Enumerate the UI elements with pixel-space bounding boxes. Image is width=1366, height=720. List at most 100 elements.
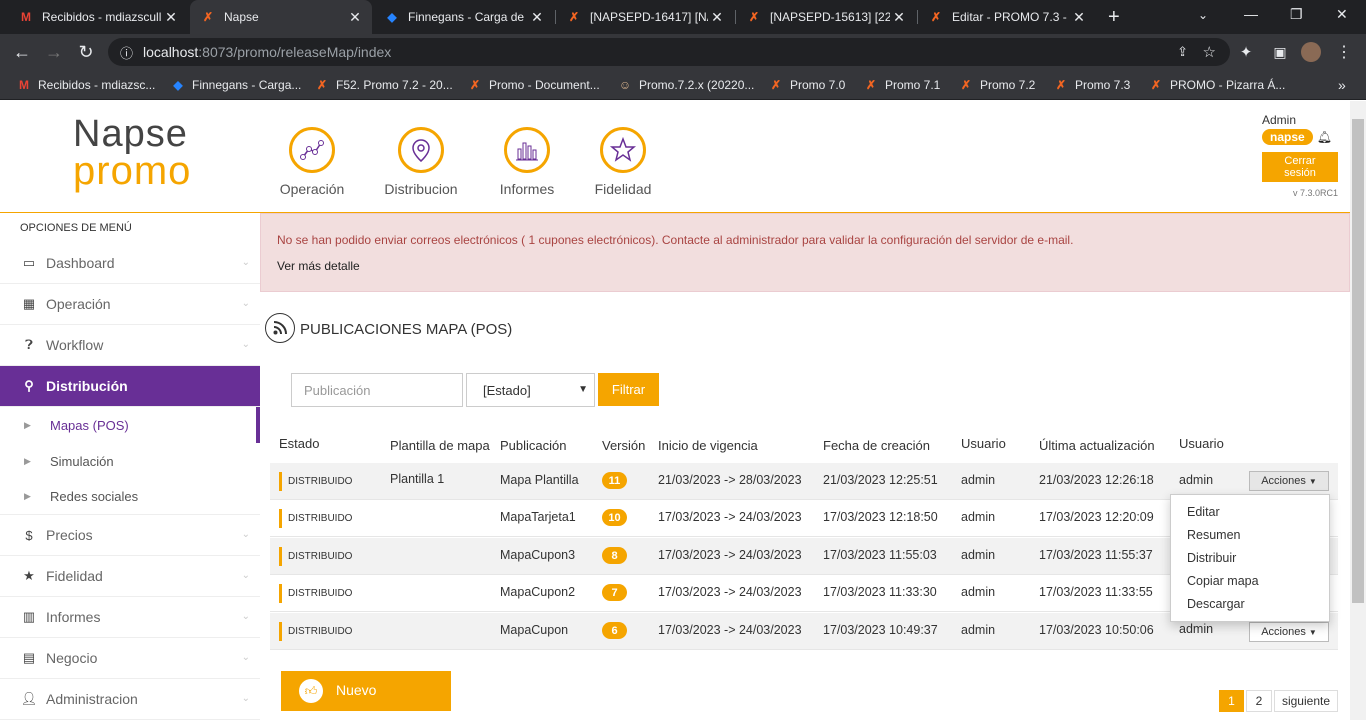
profile-avatar[interactable]: [1301, 42, 1321, 62]
tab-gmail[interactable]: M Recibidos - mdiazscull ✕: [8, 0, 188, 34]
bookmark-item[interactable]: ✗ Promo 7.0: [768, 76, 845, 94]
menu-kebab-icon[interactable]: ⋮: [1330, 34, 1358, 70]
page-1-button[interactable]: 1: [1219, 690, 1244, 712]
bookmark-item[interactable]: ◆ Finnegans - Carga...: [170, 76, 301, 94]
bookmark-item[interactable]: ✗ F52. Promo 7.2 - 20...: [314, 76, 453, 94]
sidebar-item-label: Operación: [46, 296, 111, 312]
menu-item-resumen[interactable]: Resumen: [1187, 528, 1241, 542]
col-header-fecha-creacion[interactable]: Fecha de creación: [823, 438, 930, 453]
bookmark-item[interactable]: ☺ Promo.7.2.x (20220...: [617, 76, 755, 94]
url-bar[interactable]: ⓘ localhost:8073/promo/releaseMap/index …: [108, 38, 1230, 66]
jenkins-icon: ☺: [618, 78, 632, 92]
bookmark-item[interactable]: ✗ Promo 7.1: [863, 76, 940, 94]
napse-icon: ✗: [1055, 78, 1067, 92]
tab-title: Recibidos - mdiazscull: [42, 10, 162, 24]
new-button-label: Nuevo: [336, 682, 377, 698]
grid-icon: ▦: [22, 296, 36, 311]
close-icon[interactable]: ✕: [346, 9, 364, 26]
restore-icon[interactable]: ❐: [1290, 6, 1303, 23]
actions-button[interactable]: Acciones ▼: [1249, 471, 1329, 491]
tab-napsepd-16417[interactable]: ✗ [NAPSEPD-16417] [NA ✕: [556, 0, 734, 34]
sidebar-item-precios[interactable]: $ Precios ⌄: [0, 515, 260, 556]
col-header-inicio-vigencia[interactable]: Inicio de vigencia: [658, 438, 758, 453]
tab-search-chevron-icon[interactable]: ⌄: [1198, 8, 1208, 22]
sidebar-subitem-redes-sociales[interactable]: ▶ Redes sociales: [0, 479, 260, 515]
minimize-icon[interactable]: —: [1244, 6, 1258, 22]
sidebar-subitem-label: Mapas (POS): [50, 417, 129, 433]
bookmark-item[interactable]: M Recibidos - mdiazsc...: [16, 76, 155, 94]
close-icon[interactable]: ✕: [528, 9, 546, 26]
bookmark-item[interactable]: ✗ Promo 7.2: [958, 76, 1035, 94]
topnav-label: Fidelidad: [594, 181, 652, 197]
close-window-icon[interactable]: ✕: [1336, 6, 1348, 23]
publication-filter-input[interactable]: [291, 373, 463, 407]
extensions-puzzle-icon[interactable]: ✦: [1232, 34, 1260, 70]
topnav-distribucion[interactable]: Distribucion: [366, 127, 476, 197]
chevron-down-icon: ⌄: [241, 570, 250, 581]
col-header-ultima-actualizacion[interactable]: Última actualización: [1039, 438, 1155, 453]
col-header-estado[interactable]: Estado: [279, 436, 319, 451]
alert-detail-link[interactable]: Ver más detalle: [277, 259, 360, 273]
bookmark-item[interactable]: ✗ PROMO - Pizarra Á...: [1148, 76, 1285, 94]
bookmark-star-icon[interactable]: ☆: [1203, 43, 1216, 61]
menu-item-descargar[interactable]: Descargar: [1187, 597, 1245, 611]
new-tab-plus-icon[interactable]: +: [1108, 6, 1120, 29]
sidebar-subitem-mapas-pos[interactable]: ▶ Mapas (POS): [0, 407, 260, 443]
chevron-down-icon: ⌄: [241, 298, 250, 309]
sidebar-item-fidelidad[interactable]: ★ Fidelidad ⌄: [0, 556, 260, 597]
status-select[interactable]: [Estado] ▼: [466, 373, 595, 407]
sidebar-item-operacion[interactable]: ▦ Operación ⌄: [0, 284, 260, 325]
bookmark-item[interactable]: ✗ Promo 7.3: [1053, 76, 1130, 94]
actions-button[interactable]: Acciones ▼: [1249, 622, 1329, 642]
forward-arrow-icon[interactable]: →: [40, 34, 68, 70]
topnav-informes[interactable]: Informes: [472, 127, 582, 197]
info-icon[interactable]: ⓘ: [120, 43, 133, 62]
napse-icon: ✗: [960, 78, 972, 92]
cell-user: admin: [961, 623, 996, 637]
filter-button[interactable]: Filtrar: [598, 373, 659, 406]
sidebar-item-workflow[interactable]: ❓︎ Workflow ⌄: [0, 325, 260, 366]
close-icon[interactable]: ✕: [1070, 9, 1088, 26]
bell-icon[interactable]: 🔔︎: [1317, 130, 1332, 144]
close-icon[interactable]: ✕: [890, 9, 908, 26]
sidebar-item-distribucion[interactable]: ⚲ Distribución: [0, 366, 260, 407]
logout-button[interactable]: Cerrar sesión: [1262, 152, 1338, 182]
scrollbar-thumb[interactable]: [1352, 119, 1364, 603]
col-header-publicacion[interactable]: Publicación: [500, 438, 567, 453]
sidebar-item-administracion[interactable]: 👤︎ Administracion ⌄: [0, 679, 260, 720]
col-header-usuario-actualizacion[interactable]: Usuario: [1179, 436, 1224, 451]
bookmark-item[interactable]: ✗ Promo - Document...: [467, 76, 600, 94]
menu-item-copiar-mapa[interactable]: Copiar mapa: [1187, 574, 1259, 588]
col-header-usuario[interactable]: Usuario: [961, 436, 1006, 451]
sidebar-item-negocio[interactable]: ▤ Negocio ⌄: [0, 638, 260, 679]
new-button[interactable]: 👍︎ Nuevo: [281, 671, 451, 711]
reload-icon[interactable]: ↻: [72, 34, 100, 70]
col-header-plantilla[interactable]: Plantilla de mapa: [390, 438, 490, 453]
share-icon[interactable]: ⇪: [1177, 44, 1188, 60]
close-icon[interactable]: ✕: [162, 9, 180, 26]
sidebar-subitem-simulacion[interactable]: ▶ Simulación: [0, 443, 260, 479]
tab-editar-promo[interactable]: ✗ Editar - PROMO 7.3 - ✕: [918, 0, 1096, 34]
bookmarks-overflow-icon[interactable]: »: [1338, 76, 1346, 94]
tab-title: Napse: [224, 10, 259, 24]
topnav-operacion[interactable]: Operación: [257, 127, 367, 197]
col-header-version[interactable]: Versión: [602, 438, 645, 453]
next-page-button[interactable]: siguiente: [1274, 690, 1338, 712]
sidebar-item-informes[interactable]: ▥ Informes ⌄: [0, 597, 260, 638]
username: Admin: [1262, 113, 1297, 127]
menu-item-editar[interactable]: Editar: [1187, 505, 1220, 519]
cell-updated: 17/03/2023 10:50:06: [1039, 623, 1154, 637]
side-panel-icon[interactable]: ▣: [1266, 34, 1294, 70]
sidebar-item-dashboard[interactable]: ▭ Dashboard ⌄: [0, 243, 260, 284]
menu-item-distribuir[interactable]: Distribuir: [1187, 551, 1236, 565]
sidebar-item-label: Precios: [46, 527, 93, 543]
tab-finnegans[interactable]: ◆ Finnegans - Carga de ✕: [374, 0, 554, 34]
tab-napse[interactable]: ✗ Napse ✕: [190, 0, 372, 34]
back-arrow-icon[interactable]: ←: [8, 34, 36, 70]
page-2-button[interactable]: 2: [1246, 690, 1272, 712]
address-bar-row: ← → ↻ ⓘ localhost:8073/promo/releaseMap/…: [0, 34, 1366, 70]
cell-user: admin: [961, 585, 996, 599]
topnav-fidelidad[interactable]: Fidelidad: [568, 127, 678, 197]
tab-napsepd-15613[interactable]: ✗ [NAPSEPD-15613] [22 ✕: [736, 0, 916, 34]
close-icon[interactable]: ✕: [708, 9, 726, 26]
